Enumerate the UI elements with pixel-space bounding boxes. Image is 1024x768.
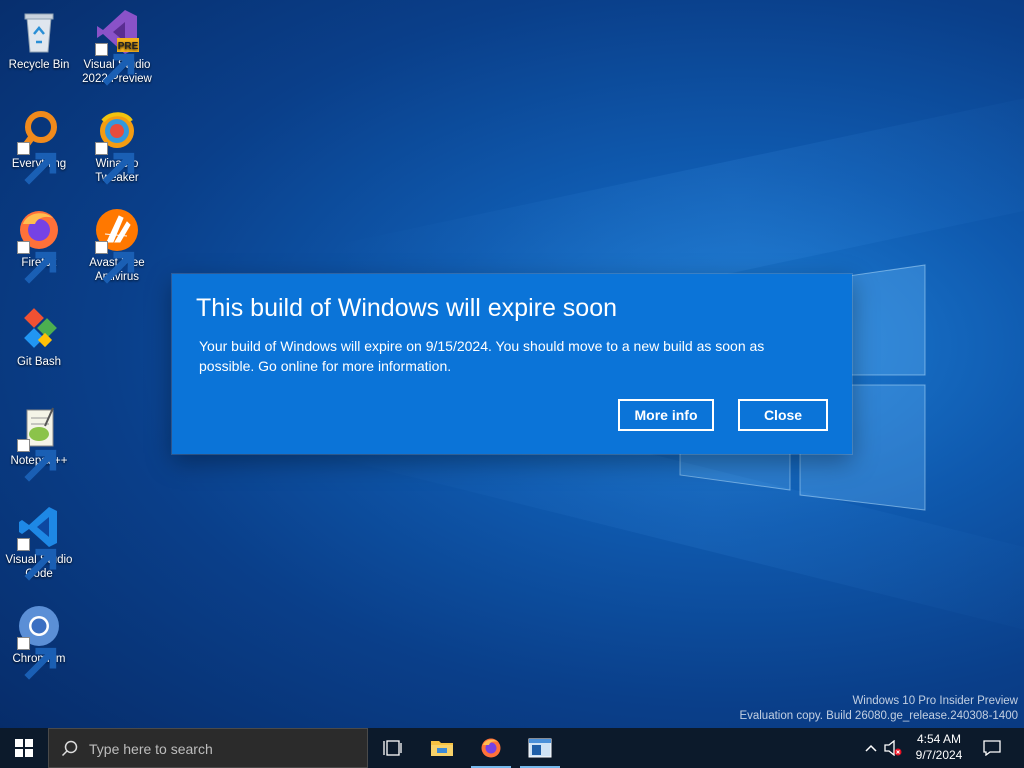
desktop-icon-firefox[interactable]: Firefox xyxy=(1,206,77,284)
more-info-button[interactable]: More info xyxy=(618,399,714,431)
taskbar-clock[interactable]: 4:54 AM 9/7/2024 xyxy=(900,731,978,763)
shortcut-arrow-icon xyxy=(17,439,57,482)
build-expiry-dialog: This build of Windows will expire soon Y… xyxy=(172,274,852,454)
desktop-icon-recycle-bin[interactable]: Recycle Bin xyxy=(1,8,77,72)
taskbar-search-box[interactable]: Type here to search xyxy=(48,728,368,768)
desktop-icon-label: Recycle Bin xyxy=(8,59,70,71)
shortcut-arrow-icon xyxy=(17,142,57,185)
shortcut-arrow-icon xyxy=(95,43,135,86)
search-icon xyxy=(61,740,78,757)
avast-icon xyxy=(93,206,141,284)
winaero-tweaker-icon xyxy=(93,107,141,185)
desktop-icon-vscode[interactable]: Visual Studio Code xyxy=(1,503,77,581)
start-button[interactable] xyxy=(0,728,48,768)
desktop-icon-winaero-tweaker[interactable]: Winaero Tweaker xyxy=(79,107,155,185)
evaluation-watermark: Windows 10 Pro Insider Preview Evaluatio… xyxy=(739,694,1018,724)
task-view-button[interactable] xyxy=(368,728,416,768)
clock-date: 9/7/2024 xyxy=(915,748,963,762)
dialog-title: This build of Windows will expire soon xyxy=(196,294,618,322)
magnifier-icon xyxy=(15,107,63,185)
shortcut-arrow-icon xyxy=(17,241,57,284)
firefox-icon xyxy=(15,206,63,284)
watermark-edition: Windows 10 Pro Insider Preview xyxy=(852,695,1018,707)
recycle-bin-icon xyxy=(15,8,63,56)
taskbar-file-explorer[interactable] xyxy=(418,728,466,768)
visual-studio-icon: PRE xyxy=(93,8,141,86)
notepad-plus-plus-icon xyxy=(15,404,63,482)
firefox-icon xyxy=(481,738,501,758)
folder-icon xyxy=(431,741,453,756)
windows-start-icon xyxy=(15,739,33,757)
close-button[interactable]: Close xyxy=(738,399,828,431)
desktop-icon-notepad-plus-plus[interactable]: Notepad++ xyxy=(1,404,77,482)
taskbar-app-window[interactable] xyxy=(516,728,564,768)
desktop-icon-chromium[interactable]: Chromium xyxy=(1,602,77,680)
action-center-button[interactable] xyxy=(976,728,1008,768)
desktop-icon-label: Git Bash xyxy=(16,356,62,368)
task-view-icon xyxy=(383,740,402,756)
show-hidden-icons-button[interactable] xyxy=(860,728,882,768)
clock-time: 4:54 AM xyxy=(916,732,962,746)
vscode-icon xyxy=(15,503,63,581)
search-placeholder: Type here to search xyxy=(89,741,213,757)
git-bash-icon xyxy=(15,305,63,353)
shortcut-arrow-icon xyxy=(17,538,57,581)
desktop-icon-avast-free-antivirus[interactable]: Avast Free Antivirus xyxy=(79,206,155,284)
dialog-message: Your build of Windows will expire on 9/1… xyxy=(199,338,765,374)
desktop-icon-everything[interactable]: Everything xyxy=(1,107,77,185)
taskbar: Type here to search 4:54 AM 9/7/2024 xyxy=(0,728,1024,768)
notification-icon xyxy=(983,740,1001,756)
shortcut-arrow-icon xyxy=(95,142,135,185)
desktop-icon-visual-studio-2022-preview[interactable]: PRE Visual Studio 2022 Preview xyxy=(79,8,155,86)
chromium-icon xyxy=(15,602,63,680)
desktop-icon-git-bash[interactable]: Git Bash xyxy=(1,305,77,369)
shortcut-arrow-icon xyxy=(95,241,135,284)
chevron-up-icon xyxy=(865,744,877,752)
watermark-build: Evaluation copy. Build 26080.ge_release.… xyxy=(739,710,1018,722)
desktop: Recycle Bin Everything Firefox Git Bash … xyxy=(0,0,1024,728)
taskbar-firefox[interactable] xyxy=(467,728,515,768)
shortcut-arrow-icon xyxy=(17,637,57,680)
app-window-icon xyxy=(528,738,552,758)
